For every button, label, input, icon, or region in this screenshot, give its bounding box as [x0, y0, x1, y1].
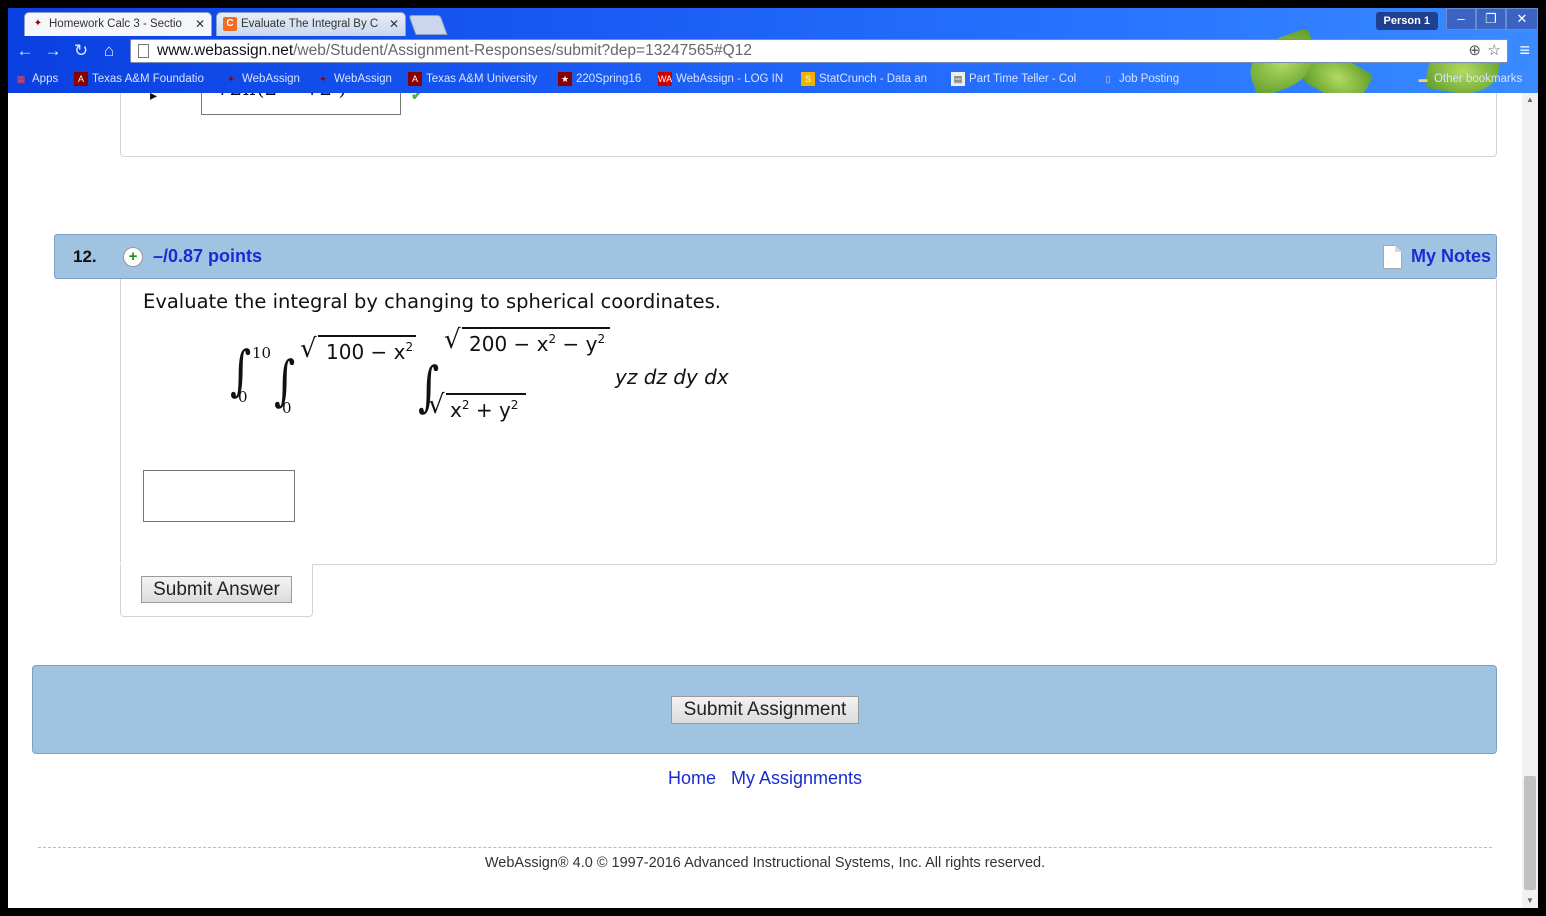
tab-chegg[interactable]: C Evaluate The Integral By C ✕: [216, 12, 406, 36]
tab-title: Evaluate The Integral By C: [241, 18, 379, 30]
my-assignments-link[interactable]: My Assignments: [731, 768, 862, 788]
vertical-scrollbar[interactable]: ▲ ▼: [1522, 93, 1538, 908]
bookmark-220spring16[interactable]: ★ 220Spring16: [558, 71, 641, 87]
scroll-down-icon[interactable]: ▼: [1522, 894, 1538, 908]
browser-toolbar: ← → ↻ ⌂ www.webassign.net/web/Student/As…: [8, 36, 1538, 66]
aggie-icon: ✦: [319, 74, 327, 84]
folder-icon: ▬: [1418, 74, 1428, 84]
tab-homework[interactable]: ✦ Homework Calc 3 - Sectio ✕: [24, 12, 212, 36]
bookmark-part-time-teller[interactable]: ▤ Part Time Teller - Col: [951, 71, 1076, 87]
previous-question-marker: ▸: [150, 93, 158, 103]
aggie-icon: ✦: [227, 74, 235, 84]
close-icon[interactable]: ✕: [389, 13, 399, 35]
int3-upper-limit: 200 − x2 − y2: [469, 332, 606, 356]
radical-bar: [462, 327, 610, 329]
int1-lower-limit: 0: [238, 388, 248, 406]
int3-lower-limit: x2 + y2: [450, 398, 519, 422]
back-icon[interactable]: ←: [14, 40, 36, 62]
answer-input[interactable]: [143, 470, 295, 522]
tamu-icon: A: [74, 72, 88, 86]
browser-chrome: ✦ Homework Calc 3 - Sectio ✕ C Evaluate …: [8, 8, 1538, 93]
question-header: 12. + –/0.87 points My Notes: [54, 234, 1497, 279]
new-tab-button[interactable]: [408, 15, 448, 35]
question-points: –/0.87 points: [153, 246, 263, 266]
checkmark-icon: ✔: [411, 93, 423, 103]
page-icon: ▯: [1105, 74, 1111, 84]
copyright-text: WebAssign® 4.0 © 1997-2016 Advanced Inst…: [484, 855, 1046, 871]
reload-icon[interactable]: ↻: [70, 40, 92, 62]
restore-icon[interactable]: ❐: [1476, 8, 1506, 30]
home-icon[interactable]: ⌂: [98, 40, 120, 62]
bookmarks-bar: ▦ Apps A Texas A&M Foundatio ✦ WebAssign ✦ W…: [8, 68, 1538, 90]
zoom-icon[interactable]: ⊕: [1468, 40, 1481, 62]
bookmark-tamu-foundation[interactable]: A Texas A&M Foundatio: [74, 71, 204, 87]
bookmark-tamu-university[interactable]: A Texas A&M University: [408, 71, 537, 87]
forward-icon[interactable]: →: [42, 40, 64, 62]
aggie-icon: ✦: [33, 18, 43, 29]
minimize-icon[interactable]: –: [1446, 8, 1476, 30]
scrollbar-thumb[interactable]: [1524, 776, 1536, 890]
footer-links: Home My Assignments: [8, 768, 1522, 789]
question-body: [120, 279, 1497, 565]
previous-answer-field: +2π(2 − √2 ): [201, 93, 401, 115]
tab-title: Homework Calc 3 - Sectio: [49, 18, 182, 30]
page-icon: ▤: [951, 72, 965, 86]
scroll-up-icon[interactable]: ▲: [1522, 93, 1538, 107]
star-badge-icon: ★: [558, 72, 572, 86]
footer-divider: [38, 847, 1492, 848]
profile-button[interactable]: Person 1: [1375, 12, 1438, 30]
address-bar[interactable]: www.webassign.net/web/Student/Assignment…: [130, 39, 1508, 63]
tab-strip: ✦ Homework Calc 3 - Sectio ✕ C Evaluate …: [8, 8, 1538, 36]
int1-upper-limit: 10: [252, 344, 272, 362]
radical-bar: [318, 335, 416, 337]
apps-grid-icon: ▦: [16, 74, 26, 84]
bookmark-webassign-login[interactable]: WA WebAssign - LOG IN: [658, 71, 783, 87]
bookmark-statcrunch[interactable]: S StatCrunch - Data an: [801, 71, 927, 87]
bookmark-webassign-2[interactable]: ✦ WebAssign: [316, 71, 392, 87]
close-window-icon[interactable]: ✕: [1506, 8, 1538, 30]
radical-sign: √: [444, 325, 461, 355]
bookmark-job-posting[interactable]: ▯ Job Posting: [1101, 71, 1180, 87]
int2-upper-limit: 100 − x2: [326, 340, 414, 364]
star-icon[interactable]: ☆: [1488, 40, 1501, 62]
plus-icon[interactable]: +: [123, 247, 143, 267]
menu-icon[interactable]: ≡: [1519, 40, 1530, 61]
int2-lower-limit: 0: [282, 399, 292, 417]
question-prompt: Evaluate the integral by changing to sph…: [143, 290, 721, 313]
submit-tab-connector: [121, 561, 312, 567]
page-icon: [138, 44, 149, 58]
submit-assignment-button[interactable]: Submit Assignment: [671, 696, 859, 724]
question-number: 12.: [73, 247, 97, 266]
radical-sign: √: [300, 334, 317, 364]
integrand: yz dz dy dx: [615, 365, 729, 389]
submit-answer-button[interactable]: Submit Answer: [141, 576, 292, 603]
chegg-icon: C: [223, 17, 237, 31]
bookmark-webassign-1[interactable]: ✦ WebAssign: [224, 71, 300, 87]
home-link[interactable]: Home: [668, 768, 716, 788]
wa-icon: WA: [658, 72, 673, 86]
close-icon[interactable]: ✕: [195, 13, 205, 35]
notes-icon[interactable]: [1383, 245, 1402, 269]
url-text: www.webassign.net/web/Student/Assignment…: [157, 42, 752, 59]
statcrunch-icon: S: [801, 72, 815, 86]
bookmark-other[interactable]: ▬ Other bookmarks: [1416, 71, 1523, 87]
my-notes-link[interactable]: My Notes: [1411, 246, 1491, 267]
radical-bar: [446, 393, 526, 395]
tamu-icon: A: [408, 72, 422, 86]
bookmark-apps[interactable]: ▦ Apps: [14, 71, 58, 87]
page-content: ▸ +2π(2 − √2 ) ✔ 12. + –/0.87 points My …: [8, 93, 1522, 908]
radical-sign: √: [428, 390, 445, 420]
